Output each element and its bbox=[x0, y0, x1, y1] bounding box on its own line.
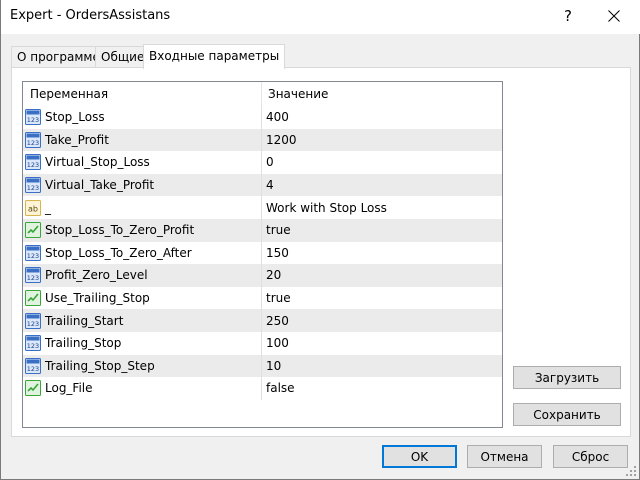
parameter-name: Stop_Loss_To_Zero_Profit bbox=[45, 223, 195, 238]
parameter-name-cell[interactable]: Use_Trailing_Stop bbox=[25, 287, 261, 310]
table-row[interactable]: 123 Take_Profit 1200 bbox=[23, 128, 502, 152]
parameter-value[interactable]: true bbox=[261, 219, 502, 242]
svg-text:ab: ab bbox=[28, 204, 38, 213]
table-row[interactable]: 123 Virtual_Take_Profit 4 bbox=[23, 173, 502, 197]
bool-icon bbox=[25, 290, 41, 307]
parameter-name-cell[interactable]: 123 Stop_Loss_To_Zero_After bbox=[25, 242, 261, 265]
parameter-name: Trailing_Start bbox=[45, 313, 124, 328]
parameter-value[interactable]: 150 bbox=[261, 241, 502, 265]
parameter-name-cell[interactable]: ab _ bbox=[25, 196, 261, 219]
save-button[interactable]: Сохранить bbox=[513, 403, 621, 426]
expert-dialog: Expert - OrdersAssistans ? О программе О… bbox=[0, 0, 640, 480]
svg-text:123: 123 bbox=[27, 161, 39, 169]
table-row[interactable]: 123 Trailing_Start 250 bbox=[23, 309, 502, 332]
table-row[interactable]: Stop_Loss_To_Zero_Profit true bbox=[23, 219, 502, 242]
close-button[interactable] bbox=[591, 0, 637, 32]
string-icon: ab bbox=[25, 199, 41, 216]
table-row[interactable]: Use_Trailing_Stop true bbox=[23, 286, 502, 310]
parameter-value[interactable]: 100 bbox=[261, 332, 502, 355]
tab-inputs[interactable]: Входные параметры bbox=[143, 44, 286, 69]
int-icon: 123 bbox=[25, 109, 41, 126]
bool-icon bbox=[25, 222, 41, 239]
parameter-name: Log_File bbox=[45, 381, 93, 396]
parameter-name-cell[interactable]: 123 Trailing_Stop_Step bbox=[25, 355, 261, 378]
close-icon bbox=[608, 10, 620, 22]
table-row[interactable]: ab _ Work with Stop Loss bbox=[23, 196, 502, 219]
parameter-name-cell[interactable]: 123 Trailing_Stop bbox=[25, 332, 261, 355]
svg-text:123: 123 bbox=[27, 139, 39, 147]
parameter-name-cell[interactable]: 123 Stop_Loss bbox=[25, 106, 261, 129]
parameter-name: Profit_Zero_Level bbox=[45, 268, 148, 283]
table-row[interactable]: 123 Stop_Loss 400 bbox=[23, 106, 502, 129]
svg-text:123: 123 bbox=[27, 342, 39, 350]
parameter-value[interactable]: 20 bbox=[261, 264, 502, 287]
svg-text:123: 123 bbox=[27, 252, 39, 260]
int-icon: 123 bbox=[25, 267, 41, 284]
parameter-name: Stop_Loss_To_Zero_After bbox=[45, 245, 192, 260]
table-row[interactable]: 123 Trailing_Stop 100 bbox=[23, 332, 502, 355]
title-bar[interactable]: Expert - OrdersAssistans ? bbox=[1, 0, 640, 34]
int-icon: 123 bbox=[25, 312, 41, 329]
parameter-name-cell[interactable]: 123 Profit_Zero_Level bbox=[25, 264, 261, 287]
svg-text:123: 123 bbox=[27, 274, 39, 282]
column-header-variable[interactable]: Переменная bbox=[23, 82, 108, 106]
parameter-name-cell[interactable]: 123 Trailing_Start bbox=[25, 309, 261, 332]
svg-text:123: 123 bbox=[27, 116, 39, 124]
parameter-value[interactable]: Work with Stop Loss bbox=[261, 196, 502, 219]
parameter-name: Stop_Loss bbox=[45, 110, 105, 125]
tab-about[interactable]: О программе bbox=[11, 46, 106, 68]
int-icon: 123 bbox=[25, 357, 41, 374]
int-icon: 123 bbox=[25, 244, 41, 261]
parameter-value[interactable]: 0 bbox=[261, 151, 502, 174]
table-row[interactable]: 123 Virtual_Stop_Loss 0 bbox=[23, 151, 502, 174]
svg-text:123: 123 bbox=[27, 184, 39, 192]
load-button[interactable]: Загрузить bbox=[513, 366, 621, 389]
parameter-value[interactable]: true bbox=[261, 286, 502, 310]
table-row[interactable]: 123 Profit_Zero_Level 20 bbox=[23, 264, 502, 287]
parameter-value[interactable]: 400 bbox=[261, 106, 502, 129]
parameter-name: Trailing_Stop bbox=[45, 336, 122, 351]
parameter-name: Take_Profit bbox=[45, 132, 109, 147]
parameter-value[interactable]: 1200 bbox=[261, 128, 502, 152]
ok-button[interactable]: OK bbox=[382, 445, 457, 468]
int-icon: 123 bbox=[25, 131, 41, 148]
int-icon: 123 bbox=[25, 177, 41, 194]
parameter-name: Use_Trailing_Stop bbox=[45, 291, 150, 306]
parameter-value[interactable]: false bbox=[261, 377, 502, 400]
parameter-value[interactable]: 250 bbox=[261, 309, 502, 332]
window-title: Expert - OrdersAssistans bbox=[10, 8, 171, 23]
parameter-name-cell[interactable]: 123 Virtual_Stop_Loss bbox=[25, 151, 261, 174]
reset-button[interactable]: Сброс bbox=[553, 445, 628, 468]
cancel-button[interactable]: Отмена bbox=[467, 445, 542, 468]
int-icon: 123 bbox=[25, 154, 41, 171]
column-header-value[interactable]: Значение bbox=[261, 82, 328, 106]
parameter-name-cell[interactable]: Log_File bbox=[25, 377, 261, 400]
parameters-grid[interactable]: Переменная Значение 123 Stop_Loss 400 123 Ta… bbox=[22, 81, 503, 428]
grid-header: Переменная Значение bbox=[23, 82, 502, 106]
bool-icon bbox=[25, 380, 41, 397]
parameter-name: Virtual_Take_Profit bbox=[45, 178, 155, 193]
int-icon: 123 bbox=[25, 335, 41, 352]
parameter-name: _ bbox=[45, 200, 51, 215]
parameter-name-cell[interactable]: Stop_Loss_To_Zero_Profit bbox=[25, 219, 261, 242]
parameter-name: Trailing_Stop_Step bbox=[45, 358, 155, 373]
inputs-panel: Переменная Значение 123 Stop_Loss 400 123 Ta… bbox=[11, 67, 631, 437]
svg-text:123: 123 bbox=[27, 320, 39, 328]
resize-grip-icon[interactable] bbox=[625, 465, 637, 477]
help-button[interactable]: ? bbox=[545, 0, 591, 32]
parameter-value[interactable]: 10 bbox=[261, 354, 502, 378]
table-row[interactable]: 123 Trailing_Stop_Step 10 bbox=[23, 354, 502, 378]
parameter-value[interactable]: 4 bbox=[261, 173, 502, 197]
svg-text:123: 123 bbox=[27, 365, 39, 373]
parameter-name-cell[interactable]: 123 Take_Profit bbox=[25, 129, 261, 152]
parameter-name-cell[interactable]: 123 Virtual_Take_Profit bbox=[25, 174, 261, 197]
parameter-name: Virtual_Stop_Loss bbox=[45, 155, 150, 170]
table-row[interactable]: 123 Stop_Loss_To_Zero_After 150 bbox=[23, 241, 502, 265]
table-row[interactable]: Log_File false bbox=[23, 377, 502, 400]
